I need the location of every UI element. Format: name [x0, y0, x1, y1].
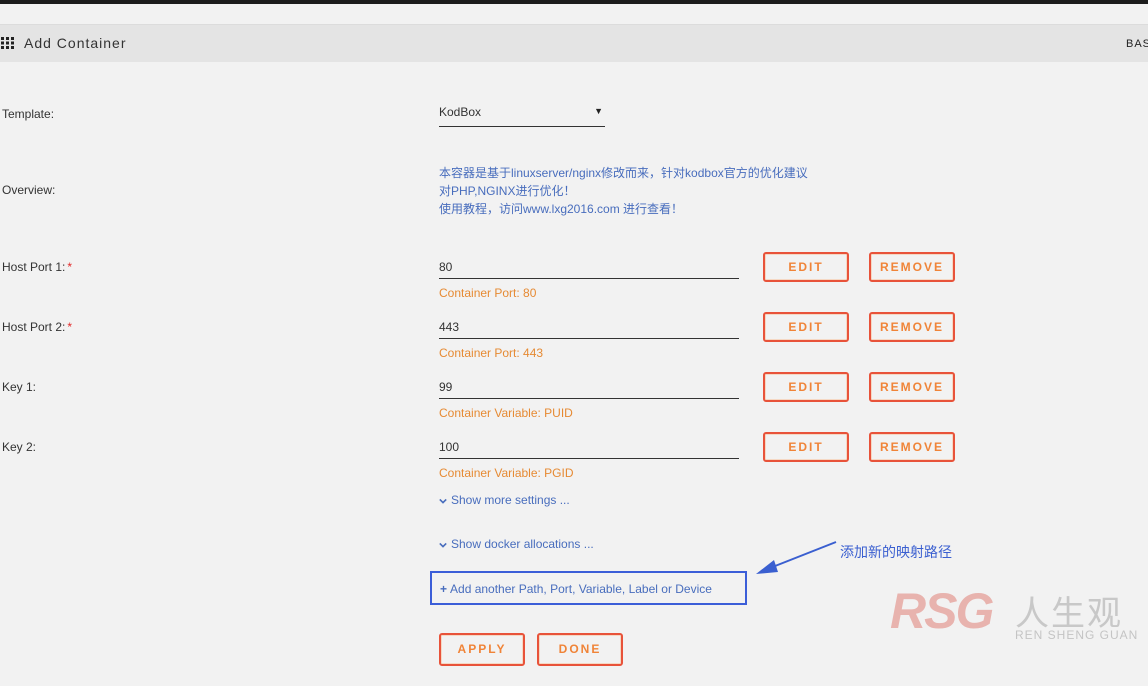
grid-icon [1, 37, 14, 49]
host-port-1-hint: Container Port: 80 [439, 286, 537, 300]
view-mode-toggle[interactable]: BAS [1126, 38, 1148, 50]
remove-button[interactable]: REMOVE [869, 372, 955, 402]
template-label: Template: [2, 107, 55, 121]
host-port-2-input[interactable]: 443 [439, 316, 739, 339]
overview-line: 使用教程，访问www.lxg2016.com 进行查看！ [439, 202, 684, 216]
watermark-sub: REN SHENG GUAN [1015, 628, 1139, 642]
page-title: Add Container [24, 35, 127, 51]
show-docker-allocations-link[interactable]: Show docker allocations ... [439, 537, 594, 551]
edit-button[interactable]: EDIT [763, 312, 849, 342]
key-2-input[interactable]: 100 [439, 436, 739, 459]
overview-line: 本容器是基于linuxserver/nginx修改而来，针对kodbox官方的优… [439, 166, 808, 180]
overview-text: 本容器是基于linuxserver/nginx修改而来，针对kodbox官方的优… [439, 164, 808, 218]
show-more-settings-link[interactable]: Show more settings ... [439, 493, 570, 507]
edit-button[interactable]: EDIT [763, 252, 849, 282]
annotation-highlight-box: + Add another Path, Port, Variable, Label… [430, 571, 747, 605]
chevron-down-icon [439, 542, 447, 548]
edit-button[interactable]: EDIT [763, 372, 849, 402]
template-value: KodBox [439, 105, 482, 119]
remove-button[interactable]: REMOVE [869, 312, 955, 342]
caret-down-icon: ▼ [594, 106, 603, 116]
chevron-down-icon [439, 498, 447, 504]
host-port-1-input[interactable]: 80 [439, 256, 739, 279]
page-header: Add Container BAS [0, 24, 1148, 62]
required-marker: * [67, 320, 73, 334]
host-port-2-label: Host Port 2: * [2, 320, 73, 334]
apply-button[interactable]: APPLY [439, 633, 525, 666]
remove-button[interactable]: REMOVE [869, 252, 955, 282]
key-2-hint: Container Variable: PGID [439, 466, 574, 480]
key-1-hint: Container Variable: PUID [439, 406, 573, 420]
remove-button[interactable]: REMOVE [869, 432, 955, 462]
add-another-link[interactable]: + Add another Path, Port, Variable, Label… [440, 582, 712, 596]
host-port-2-hint: Container Port: 443 [439, 346, 544, 360]
watermark-logo: RSG 人生观 REN SHENG GUAN [890, 582, 1148, 644]
template-select[interactable]: KodBox ▼ [439, 104, 605, 127]
done-button[interactable]: DONE [537, 633, 623, 666]
plus-icon: + [440, 582, 448, 596]
key-2-label: Key 2: [2, 440, 37, 454]
key-1-input[interactable]: 99 [439, 376, 739, 399]
top-bar [0, 0, 1148, 4]
overview-line: 对PHP,NGINX进行优化！ [439, 184, 576, 198]
required-marker: * [67, 260, 73, 274]
watermark-rsg: RSG [890, 583, 994, 639]
key-1-label: Key 1: [2, 380, 37, 394]
overview-label: Overview: [2, 183, 56, 197]
annotation-arrow-icon [756, 541, 837, 574]
host-port-1-label: Host Port 1: * [2, 260, 73, 274]
annotation-text: 添加新的映射路径 [840, 544, 952, 560]
edit-button[interactable]: EDIT [763, 432, 849, 462]
